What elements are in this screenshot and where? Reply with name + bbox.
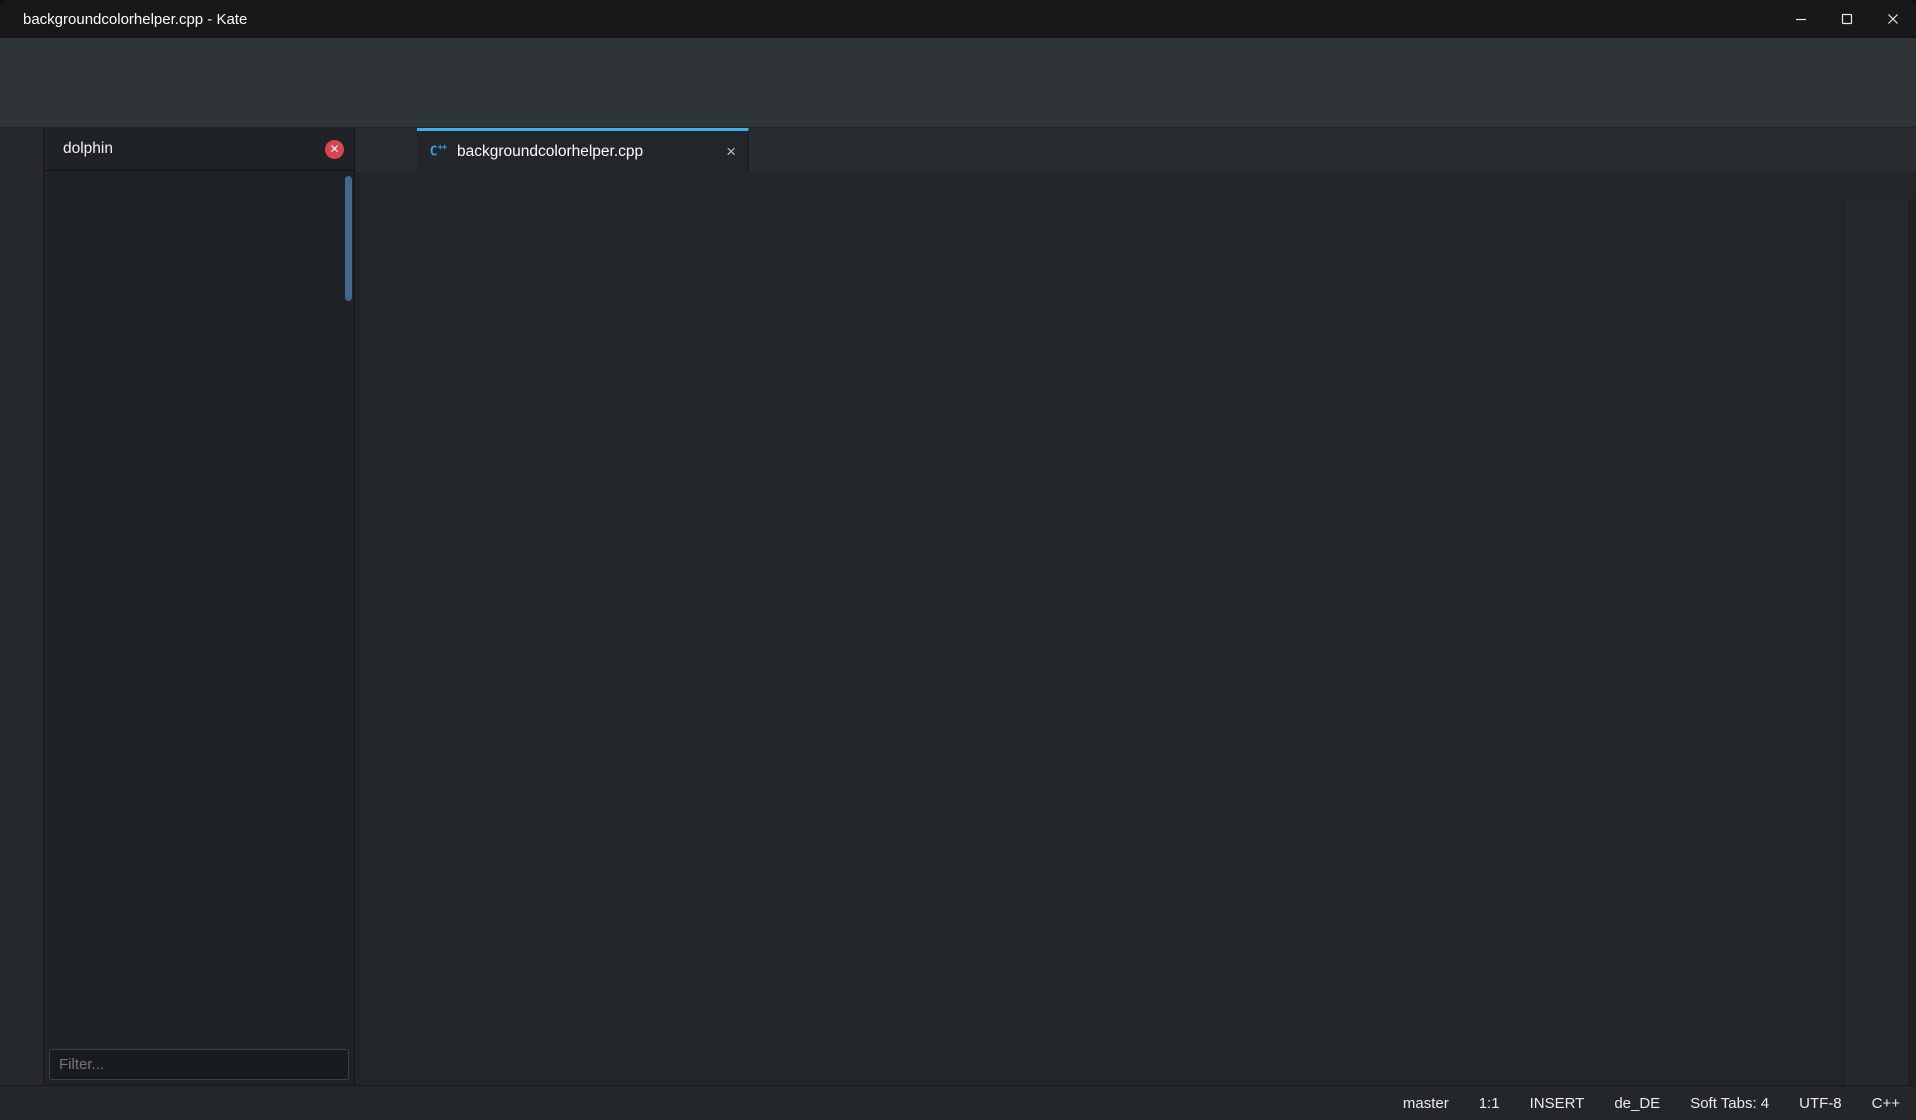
tree-scrollbar[interactable] — [345, 176, 352, 301]
close-project-button[interactable]: ✕ — [325, 140, 344, 159]
menubar — [0, 38, 1916, 76]
tab-label: backgroundcolorhelper.cpp — [457, 143, 643, 161]
tab-close-icon[interactable]: × — [726, 143, 736, 160]
minimap-scrollbar[interactable] — [1844, 199, 1908, 1085]
git-branch[interactable]: master — [1396, 1095, 1449, 1112]
status-bar: master 1:1 INSERT de_DE Soft Tabs: 4 UTF… — [0, 1085, 1916, 1120]
tool-sidebar — [0, 128, 44, 1085]
main-area: dolphin ✕ C++ backgroundcolorhelper.cpp … — [0, 128, 1916, 1085]
input-mode[interactable]: INSERT — [1530, 1095, 1585, 1112]
nav-back-button[interactable] — [355, 128, 386, 172]
status-info: master 1:1 INSERT de_DE Soft Tabs: 4 UTF… — [1396, 1095, 1900, 1112]
cpp-file-icon: C++ — [429, 143, 447, 159]
titlebar: backgroundcolorhelper.cpp - Kate — [0, 0, 1916, 38]
cursor-position[interactable]: 1:1 — [1479, 1095, 1500, 1112]
tab-mode[interactable]: Soft Tabs: 4 — [1690, 1095, 1769, 1112]
code-editor[interactable] — [355, 199, 1844, 1085]
editor-right-edge — [1908, 199, 1916, 1085]
project-selector[interactable]: dolphin — [63, 140, 113, 158]
project-panel: dolphin ✕ — [44, 128, 355, 1085]
editor-column: C++ backgroundcolorhelper.cpp × — [355, 128, 1916, 1085]
toolbar — [0, 76, 1916, 128]
close-button[interactable] — [1870, 0, 1916, 38]
maximize-button[interactable] — [1824, 0, 1870, 38]
window-title: backgroundcolorhelper.cpp - Kate — [23, 11, 247, 28]
syntax-mode[interactable]: C++ — [1872, 1095, 1900, 1112]
encoding[interactable]: UTF-8 — [1799, 1095, 1842, 1112]
breadcrumb — [355, 172, 1916, 199]
nav-forward-button[interactable] — [386, 128, 417, 172]
window-controls — [1778, 0, 1916, 38]
filter-input[interactable] — [49, 1049, 349, 1080]
kate-window: backgroundcolorhelper.cpp - Kate dolphin… — [0, 0, 1916, 1120]
tab-backgroundcolorhelper[interactable]: C++ backgroundcolorhelper.cpp × — [417, 128, 749, 172]
dictionary[interactable]: de_DE — [1614, 1095, 1660, 1112]
tab-bar: C++ backgroundcolorhelper.cpp × — [355, 128, 1916, 172]
minimize-button[interactable] — [1778, 0, 1824, 38]
project-panel-header: dolphin ✕ — [44, 128, 354, 171]
project-file-tree — [44, 171, 354, 1085]
code-area — [355, 199, 1916, 1085]
